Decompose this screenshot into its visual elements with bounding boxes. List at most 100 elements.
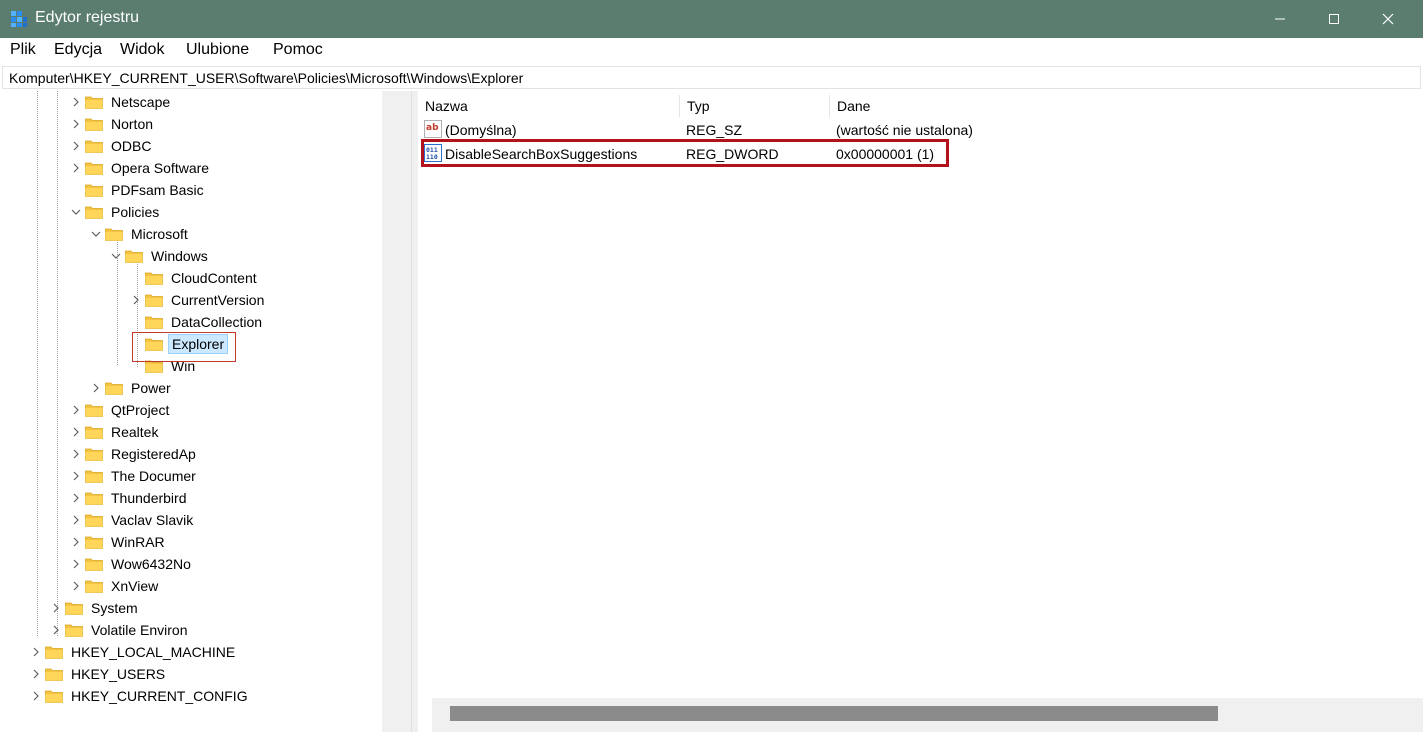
menu-edycja[interactable]: Edycja: [54, 41, 102, 59]
folder-icon: [145, 315, 163, 329]
key-tree[interactable]: Netscape Norton ODBC Opera Software PDFsam B…: [2, 91, 412, 732]
tree-item[interactable]: The Documer: [69, 465, 199, 487]
menu-pomoc[interactable]: Pomoc: [273, 41, 323, 59]
tree-item[interactable]: Netscape: [69, 91, 173, 113]
tree-item[interactable]: QtProject: [69, 399, 172, 421]
chevron-right-icon[interactable]: [29, 663, 43, 685]
tree-item[interactable]: PDFsam Basic: [69, 179, 207, 201]
tree-item-label: DataCollection: [171, 314, 263, 330]
tree-highlight-box: [132, 332, 236, 362]
folder-icon: [85, 491, 103, 505]
values-list[interactable]: Nazwa Typ Dane ab (Domyślna) REG_SZ (war…: [418, 91, 1423, 732]
tree-item[interactable]: System: [49, 597, 141, 619]
tree-item[interactable]: Volatile Environ: [49, 619, 191, 641]
chevron-right-icon[interactable]: [49, 619, 63, 641]
tree-item[interactable]: Power: [89, 377, 174, 399]
address-path[interactable]: Komputer\HKEY_CURRENT_USER\Software\Poli…: [9, 70, 523, 86]
tree-item-label: Windows: [151, 248, 208, 264]
tree-item[interactable]: HKEY_USERS: [29, 663, 168, 685]
value-row[interactable]: ab (Domyślna) REG_SZ (wartość nie ustalo…: [418, 119, 978, 141]
tree-item-label: RegisteredAp: [111, 446, 196, 462]
tree-item[interactable]: DataCollection: [129, 311, 265, 333]
tree-item[interactable]: WinRAR: [69, 531, 168, 553]
folder-icon: [105, 227, 123, 241]
registry-editor-icon: [11, 11, 27, 27]
tree-item[interactable]: Realtek: [69, 421, 161, 443]
address-bar[interactable]: Komputer\HKEY_CURRENT_USER\Software\Poli…: [2, 66, 1421, 89]
menu-widok[interactable]: Widok: [120, 41, 164, 59]
tree-item[interactable]: Norton: [69, 113, 156, 135]
chevron-right-icon[interactable]: [69, 443, 83, 465]
tree-item-label: Realtek: [111, 424, 159, 440]
tree-item-label: PDFsam Basic: [111, 182, 204, 198]
chevron-right-icon[interactable]: [69, 553, 83, 575]
title-bar: Edytor rejestru: [0, 0, 1423, 38]
chevron-right-icon[interactable]: [89, 377, 103, 399]
folder-icon: [65, 601, 83, 615]
tree-item[interactable]: Windows: [109, 245, 211, 267]
tree-item[interactable]: Microsoft: [89, 223, 191, 245]
tree-item[interactable]: CloudContent: [129, 267, 260, 289]
tree-item[interactable]: Thunderbird: [69, 487, 190, 509]
folder-icon: [85, 95, 103, 109]
chevron-right-icon[interactable]: [69, 399, 83, 421]
tree-item-label: Opera Software: [111, 160, 210, 176]
tree-item-label: Microsoft: [131, 226, 188, 242]
menu-ulubione[interactable]: Ulubione: [186, 41, 249, 59]
chevron-right-icon[interactable]: [69, 135, 83, 157]
folder-icon: [85, 117, 103, 131]
chevron-right-icon[interactable]: [69, 465, 83, 487]
tree-item[interactable]: XnView: [69, 575, 161, 597]
chevron-right-icon[interactable]: [69, 531, 83, 553]
tree-item[interactable]: ODBC: [69, 135, 154, 157]
tree-item[interactable]: HKEY_LOCAL_MACHINE: [29, 641, 238, 663]
tree-item[interactable]: HKEY_CURRENT_CONFIG: [29, 685, 251, 707]
column-header-name[interactable]: Nazwa: [418, 95, 680, 117]
tree-item-label: The Documer: [111, 468, 196, 484]
chevron-right-icon[interactable]: [29, 685, 43, 707]
close-icon: [1382, 13, 1394, 25]
tree-item[interactable]: Policies: [69, 201, 162, 223]
value-name: (Domyślna): [445, 122, 517, 138]
folder-icon: [85, 161, 103, 175]
chevron-down-icon[interactable]: [109, 245, 123, 267]
scrollbar-thumb[interactable]: [450, 706, 1218, 721]
close-button[interactable]: [1361, 0, 1415, 38]
folder-icon: [85, 183, 103, 197]
chevron-down-icon[interactable]: [89, 223, 103, 245]
folder-icon: [45, 689, 63, 703]
tree-item-label: Netscape: [111, 94, 171, 110]
folder-icon: [85, 403, 103, 417]
tree-item[interactable]: CurrentVersion: [129, 289, 267, 311]
column-header-data[interactable]: Dane: [830, 95, 1090, 117]
chevron-right-icon[interactable]: [29, 641, 43, 663]
chevron-right-icon[interactable]: [69, 509, 83, 531]
chevron-right-icon[interactable]: [49, 597, 63, 619]
folder-icon: [85, 513, 103, 527]
tree-item[interactable]: Opera Software: [69, 157, 212, 179]
tree-item[interactable]: Vaclav Slavik: [69, 509, 196, 531]
tree-connector: [69, 179, 83, 201]
minimize-button[interactable]: [1253, 0, 1307, 38]
chevron-right-icon[interactable]: [69, 487, 83, 509]
tree-item[interactable]: Wow6432No: [69, 553, 194, 575]
tree-connector: [129, 311, 143, 333]
chevron-right-icon[interactable]: [69, 575, 83, 597]
chevron-down-icon[interactable]: [69, 201, 83, 223]
minimize-icon: [1275, 18, 1285, 20]
horizontal-scrollbar[interactable]: [432, 698, 1423, 732]
folder-icon: [85, 425, 103, 439]
folder-icon: [85, 447, 103, 461]
chevron-right-icon[interactable]: [69, 421, 83, 443]
maximize-button[interactable]: [1307, 0, 1361, 38]
chevron-right-icon[interactable]: [129, 289, 143, 311]
chevron-right-icon[interactable]: [69, 157, 83, 179]
chevron-right-icon[interactable]: [69, 91, 83, 113]
chevron-right-icon[interactable]: [69, 113, 83, 135]
menu-plik[interactable]: Plik: [10, 41, 36, 59]
maximize-icon: [1329, 14, 1339, 24]
folder-icon: [85, 205, 103, 219]
tree-scrollbar[interactable]: [382, 91, 411, 732]
column-header-type[interactable]: Typ: [680, 95, 830, 117]
tree-item[interactable]: RegisteredAp: [69, 443, 199, 465]
